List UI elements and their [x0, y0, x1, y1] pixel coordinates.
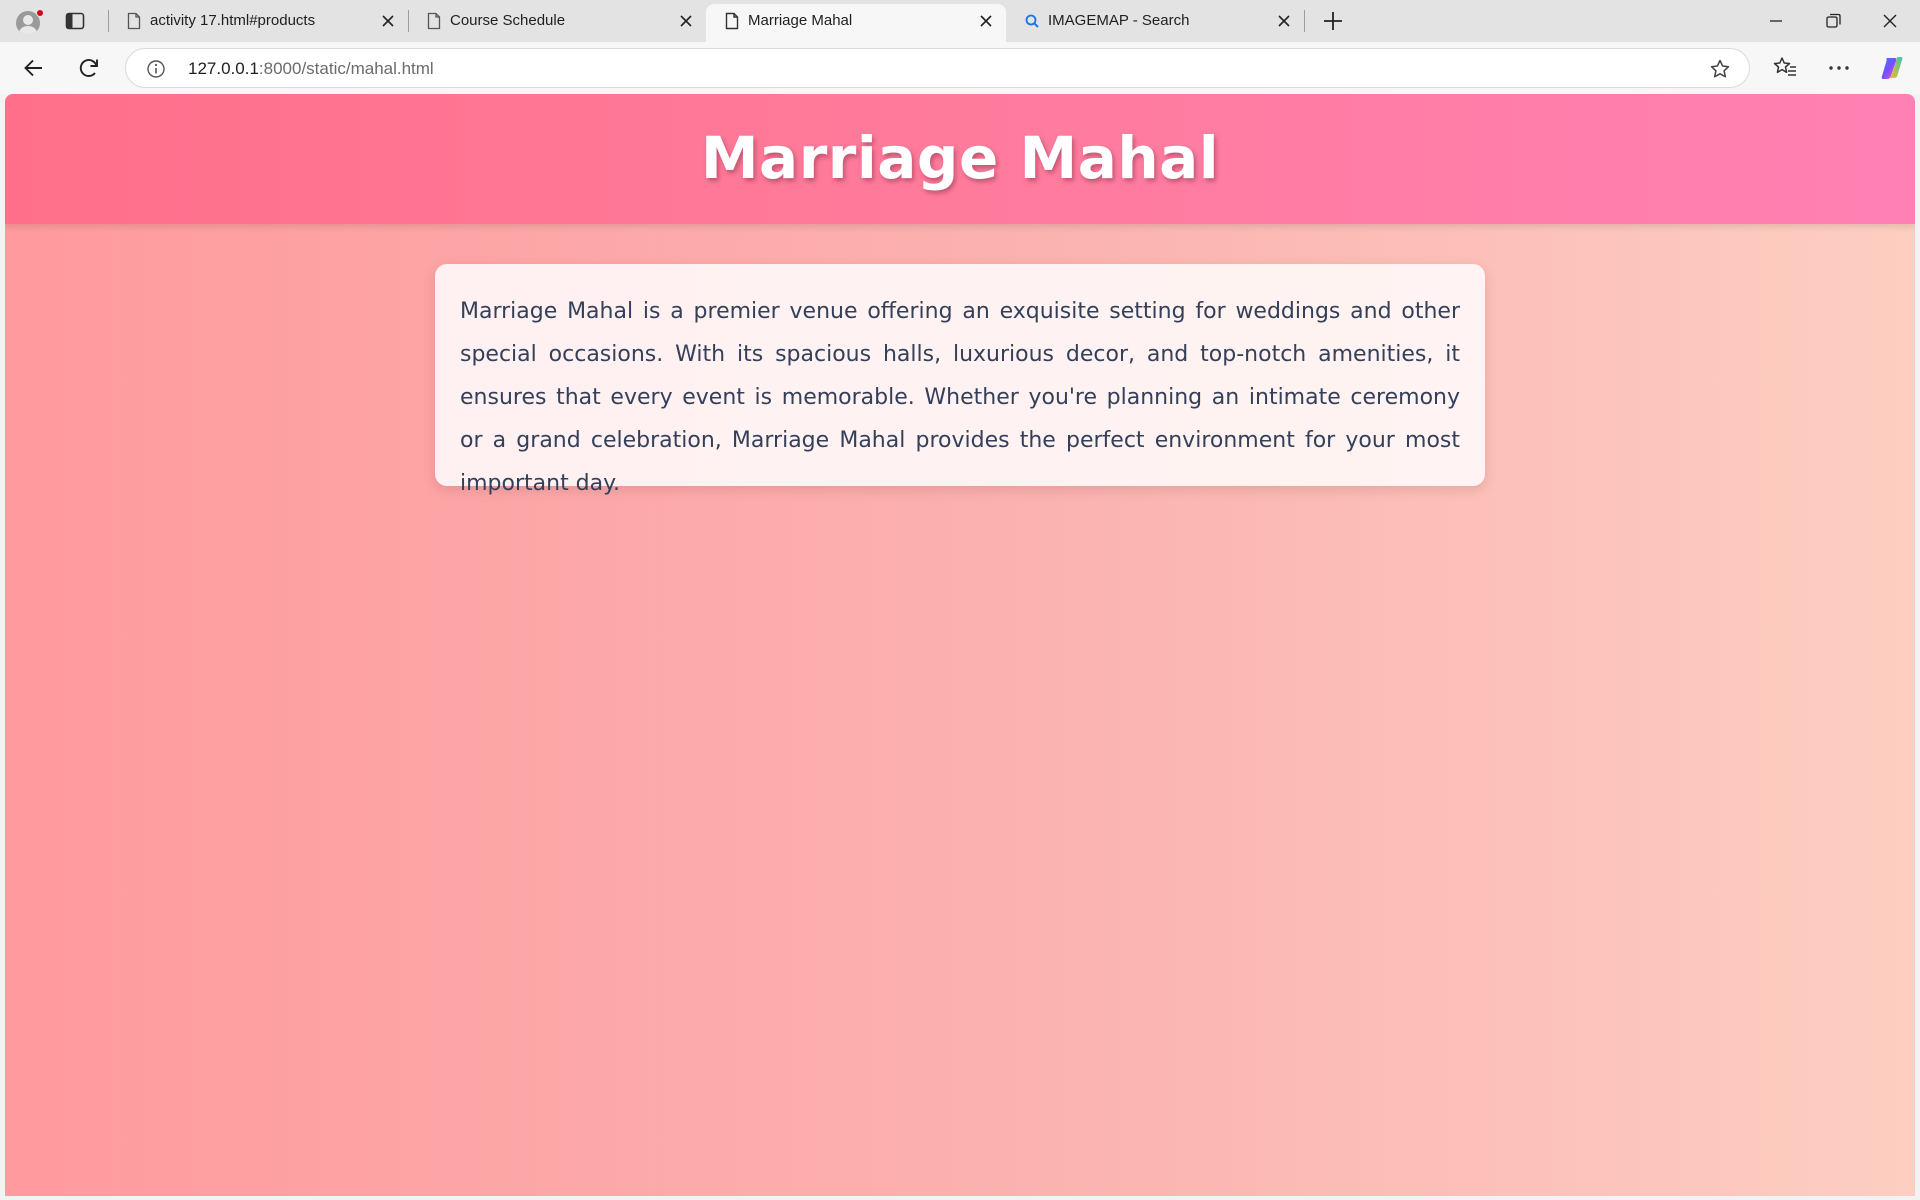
url-text[interactable]: 127.0.0.1:8000/static/mahal.html	[188, 59, 434, 79]
close-icon[interactable]	[976, 11, 996, 31]
close-icon[interactable]	[1274, 11, 1294, 31]
tab-imagemap-search[interactable]: IMAGEMAP - Search	[1006, 0, 1305, 42]
tab-strip: activity 17.html#products Course Schedul…	[0, 0, 1920, 42]
page-icon	[725, 12, 739, 30]
tab-activity-17[interactable]: activity 17.html#products	[108, 0, 408, 42]
notification-dot	[36, 9, 44, 17]
tab-separator	[108, 10, 109, 32]
browser-toolbar: 127.0.0.1:8000/static/mahal.html	[0, 42, 1920, 94]
tab-title: Marriage Mahal	[748, 12, 853, 29]
minimize-icon[interactable]	[1748, 0, 1804, 42]
refresh-icon[interactable]	[75, 54, 103, 82]
venue-description: Marriage Mahal is a premier venue offeri…	[460, 299, 1460, 496]
tab-course-schedule[interactable]: Course Schedule	[408, 0, 706, 42]
url-path: :8000/static/mahal.html	[258, 59, 434, 78]
profile-button[interactable]	[12, 9, 44, 35]
tab-separator	[408, 10, 409, 32]
new-tab-icon[interactable]	[1320, 8, 1346, 34]
back-arrow-icon[interactable]	[20, 54, 48, 82]
page-viewport: Marriage Mahal Marriage Mahal is a premi…	[5, 94, 1915, 1196]
tab-separator	[1304, 10, 1305, 32]
close-window-icon[interactable]	[1862, 0, 1918, 42]
close-icon[interactable]	[676, 11, 696, 31]
search-icon	[1025, 14, 1039, 28]
tab-title: Course Schedule	[450, 12, 566, 29]
close-icon[interactable]	[378, 11, 398, 31]
page-icon	[427, 12, 441, 30]
restore-icon[interactable]	[1805, 0, 1861, 42]
favorites-icon[interactable]	[1771, 54, 1799, 82]
site-header: Marriage Mahal	[5, 94, 1915, 224]
address-bar[interactable]: 127.0.0.1:8000/static/mahal.html	[125, 48, 1750, 88]
copilot-icon[interactable]	[1878, 54, 1906, 82]
tab-title: IMAGEMAP - Search	[1048, 12, 1190, 29]
url-host: 127.0.0.1	[188, 59, 259, 78]
tab-actions-icon[interactable]	[64, 10, 86, 32]
more-options-icon[interactable]	[1825, 54, 1853, 82]
description-card: Marriage Mahal is a premier venue offeri…	[435, 264, 1485, 496]
tab-title: activity 17.html#products	[150, 12, 316, 29]
favorite-star-icon[interactable]	[1709, 58, 1731, 80]
page-icon	[127, 12, 141, 30]
tab-marriage-mahal[interactable]: Marriage Mahal	[706, 4, 1006, 42]
page-title: Marriage Mahal	[700, 124, 1220, 192]
site-info-icon[interactable]	[146, 59, 166, 79]
